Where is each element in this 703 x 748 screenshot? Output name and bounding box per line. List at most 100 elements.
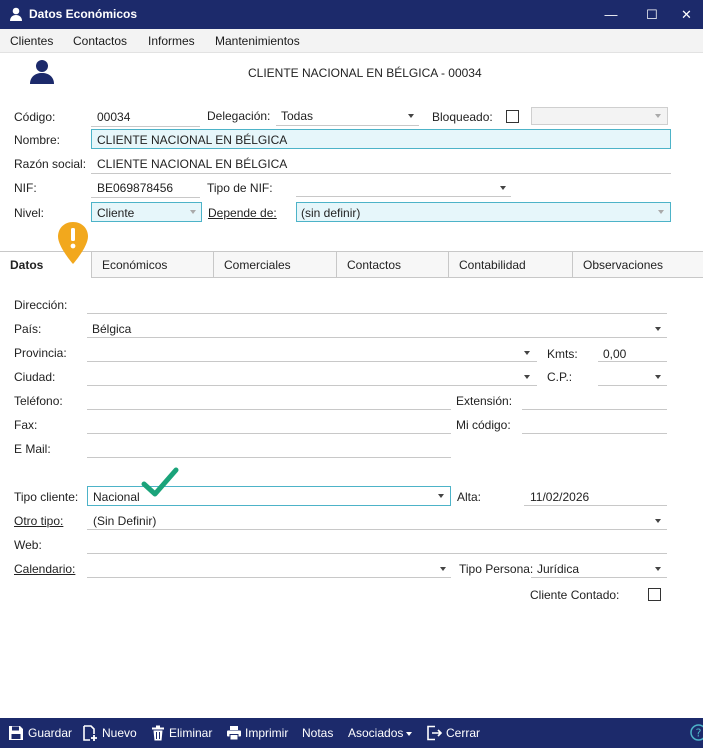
help-icon[interactable]: ? (690, 724, 703, 741)
check-mark-icon (141, 467, 179, 497)
chevron-down-icon[interactable] (655, 375, 661, 379)
menu-clientes[interactable]: Clientes (10, 34, 53, 48)
tab-observaciones[interactable]: Observaciones (572, 252, 703, 278)
eliminar-button[interactable]: Eliminar (150, 718, 214, 748)
nombre-value: CLIENTE NACIONAL EN BÉLGICA (97, 133, 288, 147)
guardar-button[interactable]: Guardar (8, 718, 72, 748)
menu-mantenimientos[interactable]: Mantenimientos (215, 34, 300, 48)
nif-field[interactable]: BE069878456 (97, 181, 173, 195)
nivel-value: Cliente (97, 206, 135, 220)
telefono-label: Teléfono: (14, 394, 63, 408)
menu-bar: Clientes Contactos Informes Mantenimient… (0, 29, 703, 53)
email-label: E Mail: (14, 442, 51, 456)
tipo-persona-select[interactable]: Jurídica (537, 562, 579, 576)
tab-contactos[interactable]: Contactos (336, 252, 448, 278)
chevron-down-icon (658, 210, 664, 214)
maximize-button[interactable]: ☐ (629, 0, 675, 29)
footer-toolbar: Guardar Nuevo Eliminar Imprimir Notas As… (0, 718, 703, 748)
notas-button[interactable]: Notas (302, 718, 338, 748)
calendario-select[interactable] (87, 577, 451, 578)
new-document-icon (83, 725, 97, 741)
bloqueado-reason-select (531, 107, 668, 125)
chevron-down-icon[interactable] (524, 375, 530, 379)
alta-label: Alta: (457, 490, 482, 504)
client-heading: CLIENTE NACIONAL EN BÉLGICA - 00034 (248, 66, 482, 80)
tab-contabilidad[interactable]: Contabilidad (448, 252, 572, 278)
chevron-down-icon (438, 494, 444, 498)
tab-bar: Datos Económicos Comerciales Contactos C… (0, 251, 703, 278)
asociados-dropdown[interactable]: Asociados (348, 718, 416, 748)
trash-icon (152, 725, 164, 741)
tipo-nif-label: Tipo de NIF: (207, 181, 273, 195)
svg-text:?: ? (696, 727, 702, 740)
client-avatar-icon (30, 60, 54, 84)
bloqueado-checkbox[interactable] (506, 110, 519, 123)
ciudad-label: Ciudad: (14, 370, 56, 384)
bloqueado-label: Bloqueado: (432, 110, 493, 124)
tab-economicos[interactable]: Económicos (91, 252, 213, 278)
pais-select[interactable]: Bélgica (92, 322, 131, 336)
codigo-field[interactable]: 00034 (97, 110, 130, 124)
chevron-down-icon (190, 210, 196, 214)
web-field[interactable] (87, 553, 667, 554)
provincia-label: Provincia: (14, 346, 67, 360)
chevron-down-icon[interactable] (655, 327, 661, 331)
pais-label: País: (14, 322, 42, 336)
cerrar-button[interactable]: Cerrar (426, 718, 482, 748)
cp-select[interactable] (598, 385, 667, 386)
mi-codigo-label: Mi código: (456, 418, 511, 432)
minimize-button[interactable]: — (588, 0, 634, 29)
cp-label: C.P.: (547, 370, 573, 384)
cliente-contado-checkbox[interactable] (648, 588, 661, 601)
chevron-down-icon[interactable] (655, 567, 661, 571)
cliente-contado-label: Cliente Contado: (530, 588, 620, 602)
user-icon (10, 7, 22, 21)
chevron-down-icon (655, 114, 661, 118)
otro-tipo-link[interactable]: Otro tipo: (14, 514, 63, 528)
tab-comerciales[interactable]: Comerciales (213, 252, 336, 278)
depende-de-link[interactable]: Depende de: (208, 206, 277, 220)
extension-field[interactable] (522, 409, 667, 410)
tipo-cliente-label: Tipo cliente: (14, 490, 79, 504)
fax-field[interactable] (87, 433, 451, 434)
codigo-label: Código: (14, 110, 56, 124)
direccion-field[interactable] (87, 313, 667, 314)
chevron-down-icon (406, 732, 412, 736)
nombre-label: Nombre: (14, 133, 61, 147)
imprimir-button[interactable]: Imprimir (226, 718, 292, 748)
menu-informes[interactable]: Informes (148, 34, 195, 48)
chevron-down-icon[interactable] (500, 186, 506, 190)
menu-contactos[interactable]: Contactos (73, 34, 127, 48)
window-title: Datos Económicos (29, 7, 138, 21)
kmts-label: Kmts: (547, 347, 578, 361)
razon-social-label: Razón social: (14, 157, 87, 171)
fax-label: Fax: (14, 418, 38, 432)
save-icon (9, 726, 23, 740)
telefono-field[interactable] (87, 409, 451, 410)
email-field[interactable] (87, 457, 451, 458)
otro-tipo-select[interactable]: (Sin Definir) (93, 514, 156, 528)
chevron-down-icon[interactable] (408, 114, 414, 118)
delegacion-select[interactable]: Todas (281, 109, 313, 123)
chevron-down-icon[interactable] (440, 567, 446, 571)
printer-icon (227, 726, 241, 741)
calendario-link[interactable]: Calendario: (14, 562, 75, 576)
nuevo-button[interactable]: Nuevo (82, 718, 138, 748)
kmts-field[interactable]: 0,00 (603, 347, 626, 361)
web-label: Web: (14, 538, 42, 552)
mi-codigo-field[interactable] (522, 433, 667, 434)
nif-label: NIF: (14, 181, 37, 195)
chevron-down-icon[interactable] (524, 351, 530, 355)
warning-badge-icon (58, 222, 88, 264)
alta-field[interactable]: 11/02/2026 (530, 490, 589, 504)
nivel-label: Nivel: (14, 206, 45, 220)
exit-icon (427, 725, 442, 741)
provincia-select[interactable] (87, 361, 537, 362)
direccion-label: Dirección: (14, 298, 68, 312)
ciudad-select[interactable] (87, 385, 537, 386)
close-button[interactable]: ✕ (670, 0, 703, 29)
title-bar: Datos Económicos — ☐ ✕ (0, 0, 703, 29)
tipo-cliente-value: Nacional (93, 490, 140, 504)
chevron-down-icon[interactable] (655, 519, 661, 523)
razon-social-field[interactable]: CLIENTE NACIONAL EN BÉLGICA (97, 157, 287, 171)
